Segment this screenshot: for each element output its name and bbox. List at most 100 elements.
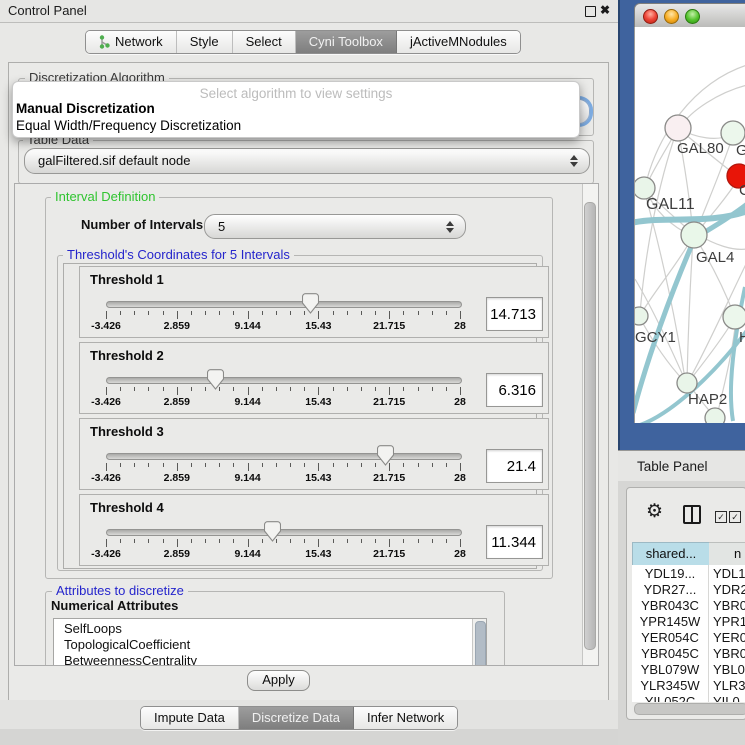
node-label-gcy1: GCY1 [635, 329, 676, 346]
table-panel-titlebar: Table Panel [618, 450, 745, 482]
network-graph: GAL80 GA GAL11 C GAL4 GCY1 H HAP2 [635, 27, 745, 423]
threshold-3-value-field[interactable] [486, 449, 543, 483]
tab-impute-data[interactable]: Impute Data [141, 707, 239, 729]
column-layout-icon[interactable] [683, 505, 701, 524]
threshold-3-box: Threshold 3 -3.4262.8599.14415.4321.7152… [79, 418, 549, 490]
network-window-titlebar[interactable] [634, 3, 745, 29]
list-item[interactable]: TopologicalCoefficient [64, 637, 190, 652]
float-window-icon[interactable] [585, 6, 596, 17]
tab-impute-data-label: Impute Data [154, 710, 225, 725]
interval-definition-group-label: Interval Definition [51, 189, 159, 204]
column-header-name[interactable]: n [709, 542, 745, 567]
close-icon[interactable]: ✖ [600, 3, 610, 17]
table-row[interactable]: YBR045CYBR0 [632, 646, 745, 662]
numerical-attributes-label: Numerical Attributes [51, 598, 178, 613]
table-row[interactable]: YBR043CYBR0 [632, 598, 745, 614]
column-divider [708, 565, 709, 702]
tab-select[interactable]: Select [233, 31, 296, 53]
threshold-4-value-field[interactable] [486, 525, 543, 559]
table-row[interactable]: YIL052CYIL0 [632, 694, 745, 702]
network-canvas[interactable]: GAL80 GA GAL11 C GAL4 GCY1 H HAP2 [634, 27, 745, 423]
network-window[interactable]: GAL80 GA GAL11 C GAL4 GCY1 H HAP2 [634, 3, 745, 423]
table-row[interactable]: YER054CYER0 [632, 630, 745, 646]
threshold-4-box: Threshold 4 -3.4262.8599.14415.4321.7152… [79, 494, 549, 566]
algorithm-dropdown-popup: Select algorithm to view settings Manual… [12, 81, 580, 138]
cytoscape-desktop: GAL80 GA GAL11 C GAL4 GCY1 H HAP2 [618, 0, 745, 450]
table-data-combobox[interactable]: galFiltered.sif default node [24, 148, 590, 174]
threshold-4-slider[interactable] [106, 529, 462, 536]
gear-icon[interactable]: ⚙ [646, 502, 663, 521]
network-icon [99, 35, 110, 49]
tab-style-label: Style [190, 34, 219, 49]
select-all-columns-icon[interactable]: ✓ [715, 511, 727, 523]
tab-infer-network[interactable]: Infer Network [354, 707, 457, 729]
threshold-1-box: Threshold 1 -3.4262.8599.14415.4321.7152… [79, 266, 549, 338]
settings-scrollbar-track[interactable] [582, 184, 598, 665]
node-label-gal4: GAL4 [696, 249, 734, 266]
node-gcy1 [635, 307, 648, 325]
algorithm-placeholder: Select algorithm to view settings [13, 86, 579, 101]
table-horizontal-scrollbar-thumb[interactable] [634, 703, 745, 715]
attributes-group-label: Attributes to discretize [52, 583, 188, 598]
tab-style[interactable]: Style [177, 31, 233, 53]
table-row[interactable]: YDR27...YDR2 [632, 582, 745, 598]
column-header-shared[interactable]: shared... [632, 542, 710, 567]
table-row[interactable]: YPR145WYPR1 [632, 614, 745, 630]
threshold-2-slider-thumb[interactable] [207, 369, 224, 390]
threshold-2-value-field[interactable] [486, 373, 543, 407]
spinner-arrows-icon [446, 221, 455, 233]
number-of-intervals-combobox[interactable]: 5 [204, 214, 466, 239]
node-h [723, 305, 745, 329]
algorithm-option-manual[interactable]: Manual Discretization [16, 101, 155, 116]
close-traffic-light-icon[interactable] [643, 9, 658, 24]
threshold-3-scale-labels: -3.4262.8599.14415.4321.71528 [106, 472, 460, 485]
node-label-gal80: GAL80 [677, 140, 724, 157]
bottom-tab-bar: Impute Data Discretize Data Infer Networ… [140, 706, 458, 730]
tab-cyni-toolbox[interactable]: Cyni Toolbox [296, 31, 397, 53]
threshold-3-slider[interactable] [106, 453, 462, 460]
list-item[interactable]: SelfLoops [64, 621, 122, 636]
numerical-attributes-list[interactable]: SelfLoops TopologicalCoefficient Between… [53, 618, 487, 666]
threshold-1-value-field[interactable] [486, 297, 543, 331]
zoom-traffic-light-icon[interactable] [685, 9, 700, 24]
panel-title: Control Panel [8, 3, 87, 18]
table-row[interactable]: YDL19...YDL1 [632, 566, 745, 582]
node-gal80 [665, 115, 691, 141]
tab-discretize-data[interactable]: Discretize Data [239, 707, 354, 729]
control-panel-titlebar: Control Panel ✖ [0, 0, 618, 23]
node-label-hap2: HAP2 [688, 391, 727, 408]
tab-network-label: Network [115, 34, 163, 49]
threshold-1-slider-thumb[interactable] [302, 293, 319, 314]
network-nodes[interactable] [635, 115, 745, 423]
threshold-3-slider-thumb[interactable] [377, 445, 394, 466]
settings-scrollbar-thumb[interactable] [584, 202, 596, 650]
node-label-gal11: GAL11 [646, 196, 695, 213]
node-label-partial-ga: GA [736, 142, 745, 159]
threshold-2-scale-labels: -3.4262.8599.14415.4321.71528 [106, 396, 460, 409]
tab-jactivemnodules[interactable]: jActiveMNodules [397, 31, 520, 53]
table-row[interactable]: YLR345WYLR3 [632, 678, 745, 694]
threshold-4-slider-thumb[interactable] [264, 521, 281, 542]
threshold-4-label: Threshold 4 [90, 500, 164, 515]
minimize-traffic-light-icon[interactable] [664, 9, 679, 24]
tab-network[interactable]: Network [86, 31, 177, 53]
node-table[interactable]: YDL19...YDL1 YDR27...YDR2 YBR043CYBR0 YP… [632, 565, 745, 702]
list-item[interactable]: BetweennessCentrality [64, 653, 197, 666]
thresholds-group-label: Threshold's Coordinates for 5 Intervals [63, 247, 294, 262]
table-panel-inner: ⚙ ✓ ✓ shared... n YDL19...YDL1 YDR27...Y… [626, 487, 745, 720]
apply-button[interactable]: Apply [247, 670, 310, 691]
tab-cyni-toolbox-label: Cyni Toolbox [309, 34, 383, 49]
threshold-2-box: Threshold 2 -3.4262.8599.14415.4321.7152… [79, 342, 549, 414]
unselect-columns-icon[interactable]: ✓ [729, 511, 741, 523]
table-row[interactable]: YBL079WYBL0 [632, 662, 745, 678]
threshold-2-slider[interactable] [106, 377, 462, 384]
node-hap2 [677, 373, 697, 393]
threshold-1-slider[interactable] [106, 301, 462, 308]
table-horizontal-scrollbar[interactable] [632, 702, 745, 715]
number-of-intervals-label: Number of Intervals [81, 217, 203, 232]
attributes-list-scrollbar[interactable] [472, 619, 486, 665]
tab-infer-network-label: Infer Network [367, 710, 444, 725]
tab-select-label: Select [246, 34, 282, 49]
algorithm-option-equal-width[interactable]: Equal Width/Frequency Discretization [16, 118, 241, 133]
node-label-partial-c: C [739, 182, 745, 199]
